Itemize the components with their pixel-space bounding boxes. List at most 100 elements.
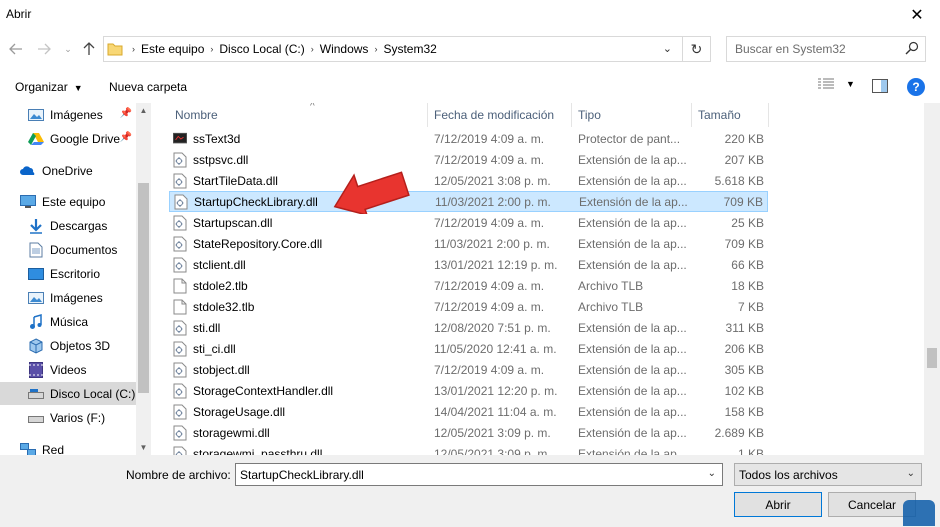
column-header-label: Nombre	[175, 108, 218, 122]
organize-button[interactable]: Organizar ▼	[15, 80, 83, 94]
scroll-down-icon[interactable]: ▼	[136, 440, 151, 455]
file-list-scrollbar[interactable]	[924, 103, 940, 455]
sidebar-item-onedrive[interactable]: OneDrive	[0, 159, 136, 182]
drive-icon	[28, 410, 44, 426]
breadcrumb-item[interactable]: Este equipo	[141, 42, 204, 56]
file-row[interactable]: StorageUsage.dll 14/04/2021 11:04 a. m. Ex…	[169, 401, 768, 422]
caret-down-icon: ▼	[73, 83, 83, 93]
column-header-date[interactable]: Fecha de modificación	[428, 103, 572, 127]
sidebar-item-label: Imágenes	[50, 107, 103, 122]
scrollbar-thumb[interactable]	[927, 348, 937, 368]
file-name: ssText3d	[193, 131, 241, 146]
file-size: 207 KB	[724, 152, 764, 167]
view-options-button[interactable]: ▼	[818, 78, 855, 90]
file-type: Extensión de la ap...	[578, 236, 687, 251]
google-drive-icon	[28, 131, 44, 147]
sidebar-item-videos[interactable]: Videos	[0, 358, 136, 381]
address-bar[interactable]: › Este equipo › Disco Local (C:) › Windo…	[103, 36, 683, 62]
file-type: Extensión de la ap...	[579, 194, 688, 209]
file-date: 7/12/2019 4:09 a. m.	[434, 362, 545, 377]
file-row[interactable]: StateRepository.Core.dll 11/03/2021 2:00 …	[169, 233, 768, 254]
help-icon[interactable]: ?	[907, 78, 925, 96]
file-date: 12/05/2021 3:09 p. m.	[434, 446, 551, 456]
recent-locations-chevron-icon[interactable]: ⌄	[58, 39, 78, 59]
column-header-size[interactable]: Tamaño	[692, 103, 769, 127]
file-row[interactable]: storagewmi.dll 12/05/2021 3:09 p. m. Exten…	[169, 422, 768, 443]
address-dropdown-icon[interactable]: ⌄	[663, 42, 672, 55]
column-header-type[interactable]: Tipo	[572, 103, 692, 127]
scroll-up-icon[interactable]: ▲	[136, 103, 151, 118]
breadcrumb-item[interactable]: Disco Local (C:)	[219, 42, 304, 56]
file-row[interactable]: stobject.dll 7/12/2019 4:09 a. m. Extensió…	[169, 359, 768, 380]
dll-icon	[173, 425, 187, 441]
refresh-icon[interactable]: ↻	[683, 36, 711, 62]
file-type: Protector de pant...	[578, 131, 681, 146]
file-row[interactable]: StartupCheckLibrary.dll 11/03/2021 2:00 p…	[169, 191, 768, 212]
back-arrow-icon[interactable]	[6, 39, 26, 59]
pictures-icon	[28, 290, 44, 306]
breadcrumb-item[interactable]: System32	[383, 42, 436, 56]
pictures-icon	[28, 107, 44, 123]
filetype-select[interactable]: Todos los archivos ⌄	[734, 463, 922, 486]
file-row[interactable]: storagewmi_passthru.dll 12/05/2021 3:09 p…	[169, 443, 768, 455]
caret-down-icon: ▼	[846, 79, 855, 89]
network-icon	[20, 442, 36, 455]
file-row[interactable]: Startupscan.dll 7/12/2019 4:09 a. m. Exten…	[169, 212, 768, 233]
preview-pane-icon[interactable]	[872, 79, 888, 96]
file-row[interactable]: stclient.dll 13/01/2021 12:19 p. m. Extens…	[169, 254, 768, 275]
column-header-name[interactable]: Nombre ^	[169, 103, 428, 127]
sidebar-item-disco-local[interactable]: Disco Local (C:)	[0, 382, 136, 405]
file-type: Extensión de la ap...	[578, 320, 687, 335]
file-date: 7/12/2019 4:09 a. m.	[434, 299, 545, 314]
sidebar-item-objetos-3d[interactable]: Objetos 3D	[0, 334, 136, 357]
sidebar-item-documentos[interactable]: Documentos	[0, 238, 136, 261]
sidebar-item-este-equipo[interactable]: Este equipo	[0, 190, 136, 213]
watermark-logo	[903, 500, 935, 526]
window-title: Abrir	[6, 7, 32, 21]
file-name-cell: stobject.dll	[173, 362, 427, 378]
sidebar-item-imagenes[interactable]: Imágenes	[0, 286, 136, 309]
file-row[interactable]: stdole32.tlb 7/12/2019 4:09 a. m. Archivo …	[169, 296, 768, 317]
sidebar-item-google-drive[interactable]: Google Drive 📌	[0, 127, 136, 150]
file-type: Archivo TLB	[578, 299, 644, 314]
file-size: 1 KB	[737, 446, 764, 456]
file-size: 709 KB	[724, 236, 764, 251]
file-name: StartupCheckLibrary.dll	[194, 194, 318, 209]
file-size: 311 KB	[725, 320, 764, 335]
file-row[interactable]: StorageContextHandler.dll 13/01/2021 12:2…	[169, 380, 768, 401]
filename-input[interactable]: StartupCheckLibrary.dll ⌄	[235, 463, 723, 486]
open-button[interactable]: Abrir	[734, 492, 822, 517]
sidebar-item-escritorio[interactable]: Escritorio	[0, 262, 136, 285]
search-input[interactable]: Buscar en System32	[726, 36, 926, 62]
file-row[interactable]: sti.dll 12/08/2020 7:51 p. m. Extensión de…	[169, 317, 768, 338]
chevron-down-icon[interactable]: ⌄	[708, 468, 716, 479]
sidebar-item-label: Google Drive	[50, 131, 121, 146]
new-folder-button[interactable]: Nueva carpeta	[109, 80, 187, 94]
up-arrow-icon[interactable]	[79, 39, 99, 59]
sidebar-item-varios[interactable]: Varios (F:)	[0, 406, 136, 429]
file-date: 14/04/2021 11:04 a. m.	[434, 404, 557, 419]
sidebar-scrollbar[interactable]: ▲ ▼	[136, 103, 151, 455]
computer-icon	[20, 194, 36, 210]
file-type: Extensión de la ap...	[578, 383, 687, 398]
sidebar-item-red[interactable]: Red	[0, 438, 136, 455]
sidebar-item-label: Documentos	[50, 242, 118, 257]
sidebar-item-descargas[interactable]: Descargas	[0, 214, 136, 237]
file-row[interactable]: stdole2.tlb 7/12/2019 4:09 a. m. Archivo T…	[169, 275, 768, 296]
dll-icon	[173, 257, 187, 273]
sidebar-item-musica[interactable]: Música	[0, 310, 136, 333]
file-row[interactable]: ssText3d 7/12/2019 4:09 a. m. Protector de…	[169, 128, 768, 149]
sidebar-item-imagenes-pinned[interactable]: Imágenes 📌	[0, 103, 136, 126]
chevron-right-icon: ›	[310, 44, 314, 54]
sidebar-item-label: Videos	[50, 362, 87, 377]
videos-icon	[28, 361, 44, 378]
file-row[interactable]: sti_ci.dll 11/05/2020 12:41 a. m. Extensió…	[169, 338, 768, 359]
close-icon[interactable]: ✕	[894, 0, 940, 30]
drive-icon	[28, 386, 44, 402]
breadcrumb-item[interactable]: Windows	[320, 42, 369, 56]
file-row[interactable]: StartTileData.dll 12/05/2021 3:08 p. m. Ex…	[169, 170, 768, 191]
search-icon	[905, 41, 919, 58]
file-row[interactable]: sstpsvc.dll 7/12/2019 4:09 a. m. Extensión…	[169, 149, 768, 170]
scrollbar-thumb[interactable]	[138, 183, 149, 393]
forward-arrow-icon[interactable]	[34, 39, 54, 59]
